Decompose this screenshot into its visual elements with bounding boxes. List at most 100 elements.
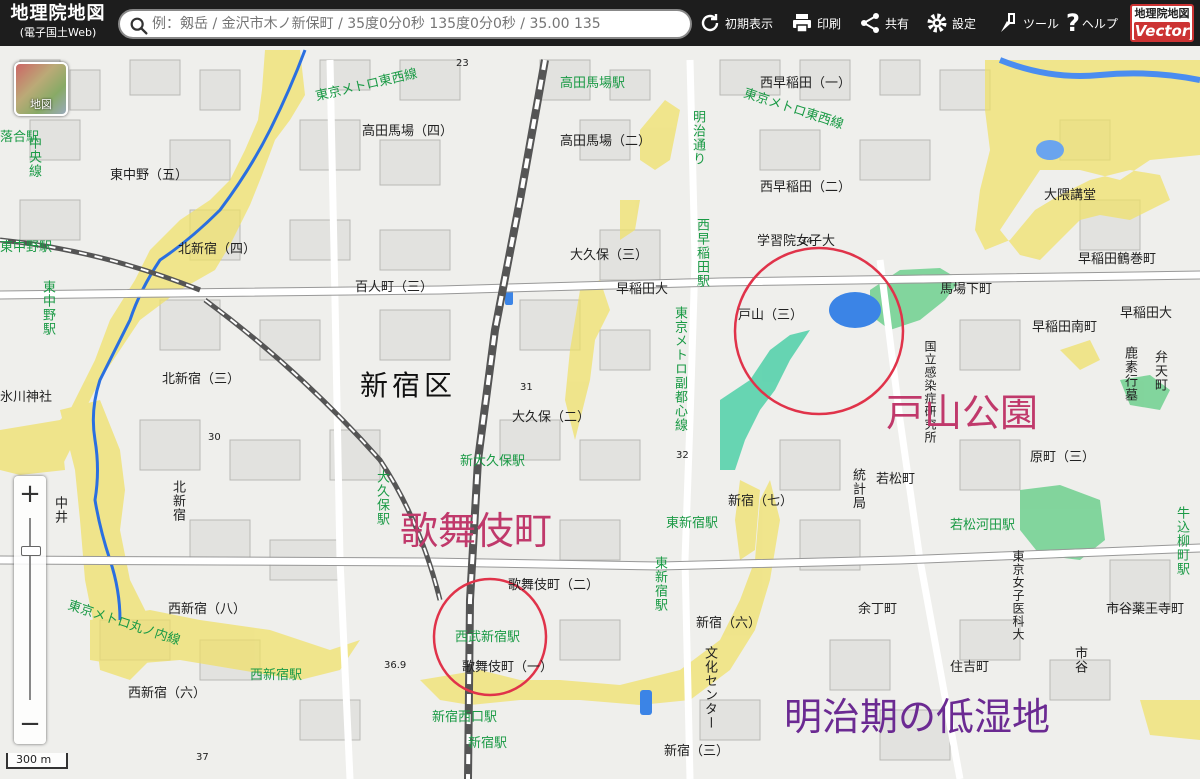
label-kabukicho-2: 歌舞伎町（二） [508,578,600,593]
zoom-out-button[interactable]: − [14,706,46,742]
label-ichigaya-yakuoji: 市谷薬王寺町 [1106,602,1185,617]
label-kitashinjuku-v: 北新宿 [170,480,185,522]
label-higashishinjuku-station: 東新宿駅 [666,516,719,531]
app-title: 地理院地図 [10,3,106,24]
label-haramachi-3: 原町（三） [1030,450,1096,465]
app-subtitle: (電子国土Web) [19,26,97,39]
label-hyakunincho-3: 百人町（三） [355,280,434,295]
badge-vector: Vector [1134,22,1190,40]
printer-icon [793,14,811,33]
label-okubo-2: 大久保（二） [512,410,591,425]
label-nishishinjuku-6: 西新宿（六） [128,686,207,701]
label-nishiwaseda-1: 西早稲田（一） [760,76,852,91]
reload-icon [701,14,719,32]
label-shinjuku-3: 新宿（三） [664,744,730,759]
badge-title: 地理院地図 [1134,7,1190,20]
print-label: 印刷 [817,16,842,31]
label-shinokubo-station: 新大久保駅 [460,454,526,469]
layer-switch-label: 地図 [30,98,52,111]
label-shinjuku-7: 新宿（七） [728,494,794,509]
label-elev-32: 32 [676,450,689,461]
help-label: ヘルプ [1081,16,1118,31]
share-icon [861,13,879,33]
brand[interactable]: 地理院地図 (電子国土Web) [4,2,112,40]
zoom-in-button[interactable]: + [14,476,46,512]
label-babashitacho: 馬場下町 [940,282,993,297]
label-higashinakano-5: 東中野（五） [110,168,189,183]
label-shinjuku-6: 新宿（六） [696,616,762,631]
label-ichigaya: 市谷 [1072,646,1087,674]
settings-label: 設定 [952,16,977,31]
annotation-kabukicho: 歌舞伎町 [400,509,553,553]
label-takadanobaba-4: 高田馬場（四） [362,124,454,139]
search-icon[interactable] [128,15,150,37]
label-tokyo-womens-medical: 東京女子医科大 [1011,550,1025,641]
label-nishiwaseda-station: 西早稲田駅 [694,218,709,288]
label-sumiyoshicho: 住吉町 [950,660,990,675]
ward-label: 新宿区 [360,369,457,402]
label-wasedadai-1: 早稲田大 [616,282,669,297]
label-metro-fukutoshin: 東京メトロ副都心線 [672,306,687,432]
annotation-toyama-park: 戸山公園 [886,391,1039,435]
label-okumakodo: 大隈講堂 [1044,188,1097,203]
print-button[interactable]: 印刷 [790,0,841,46]
label-statistics-bureau: 統計局 [850,468,865,510]
zoom-control: + − [14,476,46,744]
tools-icon [1001,13,1015,32]
scale-bar: 300 m [6,753,68,769]
label-kitashinjuku-4: 北新宿（四） [178,242,257,257]
share-label: 共有 [885,16,910,31]
annotation-lowland: 明治期の低湿地 [784,695,1051,739]
label-elev-37: 37 [196,752,209,763]
label-higashishinjuku-v: 東新宿駅 [652,556,667,612]
label-wakamatsucho: 若松町 [876,472,916,487]
label-takadanobaba-station: 高田馬場駅 [560,76,626,91]
scale-label: 300 m [16,753,52,766]
initial-view-button[interactable]: 初期表示 [698,0,773,46]
label-toyama-3: 戸山（三） [738,308,804,323]
label-kabukicho-1: 歌舞伎町（一） [462,660,554,675]
label-kashi: 鹿素行墓 [1122,346,1137,402]
gear-icon [927,13,947,33]
search-input[interactable] [152,14,684,34]
label-nishishinjuku-8: 西新宿（八） [168,602,247,617]
initial-view-label: 初期表示 [725,16,774,31]
label-nishishinjuku-station: 西新宿駅 [250,668,303,683]
label-meiji-dori: 明治通り [690,110,705,166]
label-nakai: 中井 [52,496,67,524]
label-wasedatsurumaki: 早稲田鶴巻町 [1078,252,1157,267]
label-elev-34: 34 [800,236,813,247]
label-higashinakano-v: 東中野駅 [40,280,55,336]
label-hikawa: 氷川神社 [0,390,53,405]
label-takadanobaba-2: 高田馬場（二） [560,134,652,149]
label-wasedadai-2: 早稲田大 [1120,306,1173,321]
help-button[interactable]: ? ヘルプ [1066,0,1118,46]
layer-switch-button[interactable]: 地図 [14,62,68,116]
label-shinjuku-station: 新宿駅 [468,736,508,751]
label-yochomachi: 余丁町 [858,602,898,617]
label-chuo-line: 中央線 [26,136,41,178]
label-seibushinjuku-station: 西武新宿駅 [455,630,521,645]
label-shinjukunishiguchi-station: 新宿西口駅 [432,710,498,725]
label-okubo-3: 大久保（三） [570,248,649,263]
label-kitashinjuku-3: 北新宿（三） [162,372,241,387]
search-box[interactable] [118,9,692,39]
label-benten: 弁天町 [1152,350,1167,392]
zoom-slider-handle[interactable] [21,546,41,556]
label-elev-31: 31 [520,382,533,393]
label-elev-369: 36.9 [384,660,407,671]
vector-badge[interactable]: 地理院地図 Vector [1130,4,1194,42]
label-higashinakano-station: 東中野駅 [0,240,53,255]
label-ushigome-station: 牛込柳町駅 [1174,506,1189,576]
share-button[interactable]: 共有 [858,0,909,46]
help-icon: ? [1066,9,1080,37]
label-elev-30: 30 [208,432,221,443]
label-nishiwaseda-2: 西早稲田（二） [760,180,852,195]
label-elev-23: 23 [456,58,469,69]
map-canvas[interactable]: 新宿区 高田馬場駅 高田馬場（四） 高田馬場（二） 西早稲田（一） 西早稲田（二… [0,46,1200,779]
tools-button[interactable]: ツール [996,0,1059,46]
tools-label: ツール [1023,16,1060,31]
settings-button[interactable]: 設定 [925,0,976,46]
label-wasedaminami: 早稲田南町 [1032,320,1098,335]
label-wakamatsukawada-station: 若松河田駅 [950,518,1016,533]
